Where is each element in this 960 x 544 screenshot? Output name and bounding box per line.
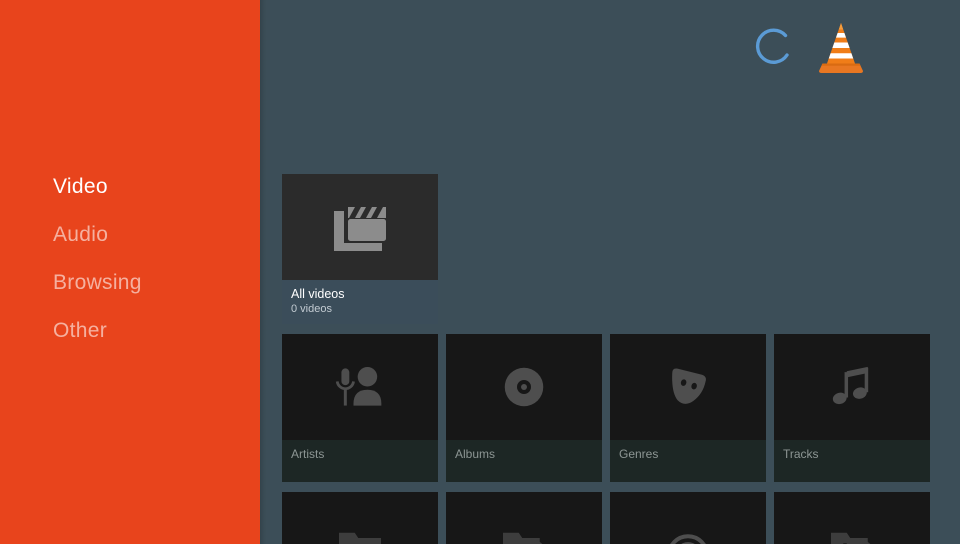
grid-row-video: All videos 0 videos <box>282 174 960 324</box>
sidebar-item-label: Audio <box>53 223 109 246</box>
card-artists[interactable]: Artists <box>282 334 438 482</box>
sidebar-nav-list: Video Audio Browsing Other <box>53 163 253 355</box>
top-status-bar <box>740 0 960 100</box>
card-thumbnail <box>610 334 766 440</box>
sidebar-item-audio[interactable]: Audio <box>53 211 253 259</box>
card-thumbnail <box>282 492 438 544</box>
vinyl-disc-icon <box>504 367 544 407</box>
card-meta: Artists <box>282 440 438 482</box>
card-meta: Tracks <box>774 440 930 482</box>
sidebar-item-other[interactable]: Other <box>53 307 253 355</box>
microphone-person-icon <box>335 367 382 406</box>
card-meta: Genres <box>610 440 766 482</box>
folder-icon <box>339 532 381 544</box>
card-thumbnail <box>446 334 602 440</box>
card-thumbnail <box>774 492 930 544</box>
sidebar-item-browsing[interactable]: Browsing <box>53 259 253 307</box>
card-title: Tracks <box>783 447 819 461</box>
folder-network-icon <box>503 532 543 544</box>
broadcast-antenna-icon <box>670 534 706 544</box>
card-thumbnail <box>282 334 438 440</box>
grid-row-browsing <box>282 492 960 544</box>
card-subtitle: 0 videos <box>291 303 332 315</box>
card-meta: All videos 0 videos <box>282 280 438 324</box>
card-thumbnail <box>774 334 930 440</box>
music-note-icon <box>832 366 869 405</box>
sidebar: Video Audio Browsing Other <box>0 0 260 544</box>
card-title: Genres <box>619 447 659 461</box>
folder-network-add-icon <box>831 532 871 544</box>
card-meta: Albums <box>446 440 602 482</box>
card-streams[interactable] <box>610 492 766 544</box>
vlc-cone-logo <box>810 18 872 80</box>
card-title: Artists <box>291 447 325 461</box>
card-add-network-share[interactable] <box>774 492 930 544</box>
loading-spinner-icon <box>751 25 797 71</box>
tv-home-screen: Video Audio Browsing Other All videos 0 … <box>0 0 960 544</box>
card-genres[interactable]: Genres <box>610 334 766 482</box>
sidebar-item-label: Other <box>53 319 108 342</box>
movie-stack-icon <box>334 207 386 251</box>
card-title: All videos <box>291 287 345 301</box>
card-tracks[interactable]: Tracks <box>774 334 930 482</box>
card-thumbnail <box>446 492 602 544</box>
card-directories[interactable] <box>282 492 438 544</box>
sidebar-item-label: Video <box>53 175 108 198</box>
grid-row-audio: Artists Albums Genres Tracks <box>282 334 960 482</box>
theater-mask-icon <box>672 368 706 404</box>
sidebar-item-video[interactable]: Video <box>53 163 253 211</box>
card-title: Albums <box>455 447 496 461</box>
content-grid: All videos 0 videos Artists Albums Genre… <box>282 174 960 544</box>
card-all-videos[interactable]: All videos 0 videos <box>282 174 438 324</box>
sidebar-item-label: Browsing <box>53 271 142 294</box>
sidebar-edge-shadow <box>260 0 267 544</box>
card-thumbnail <box>610 492 766 544</box>
card-thumbnail <box>282 174 438 280</box>
card-albums[interactable]: Albums <box>446 334 602 482</box>
card-local-network[interactable] <box>446 492 602 544</box>
